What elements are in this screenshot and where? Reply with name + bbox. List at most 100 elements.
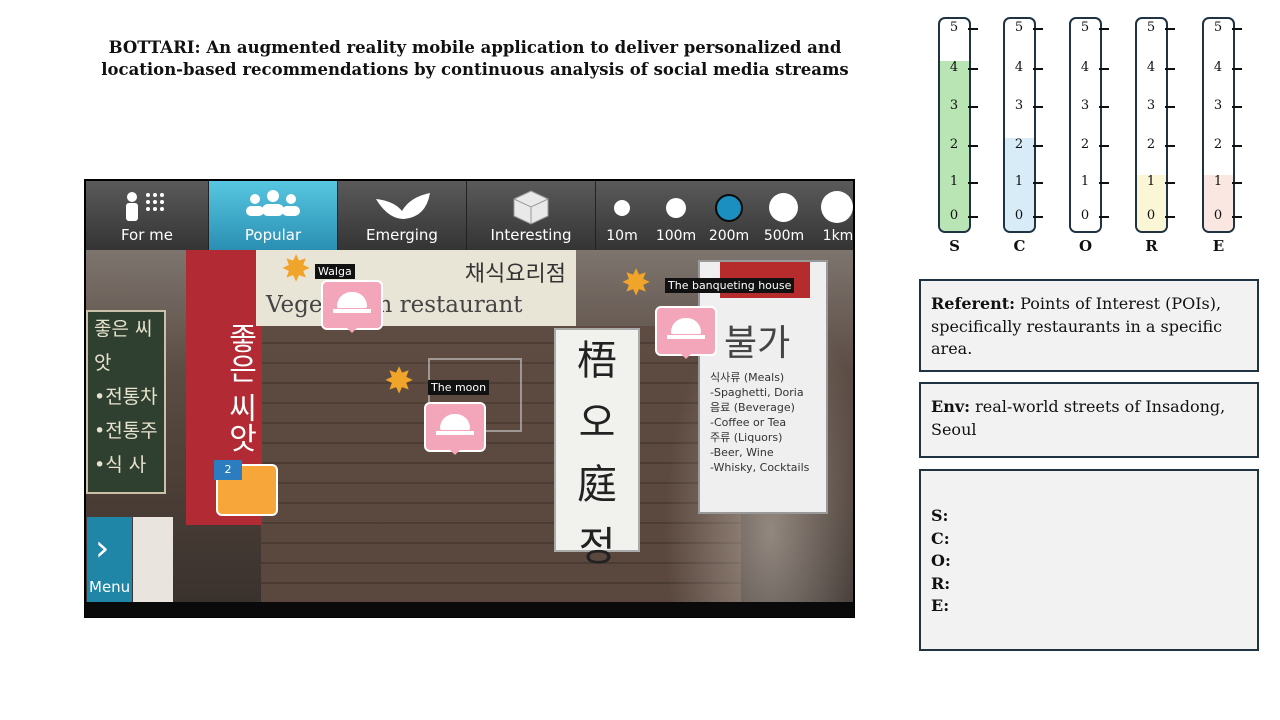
photo-thumbnail[interactable] <box>133 517 173 602</box>
scale-tick <box>1099 182 1109 184</box>
scale-tick-label: 3 <box>1213 98 1223 113</box>
tab-for-me[interactable]: For me <box>86 181 209 250</box>
menu-sign-line: 음료 (Beverage) <box>710 401 795 414</box>
scale-tick <box>1033 182 1043 184</box>
referent-box: Referent: Points of Interest (POIs), spe… <box>919 279 1259 372</box>
white-sign: 梧 오 庭 정 <box>554 328 640 570</box>
poi-label: The moon <box>428 380 490 395</box>
camera-view: 좋은 씨앗 •전통차 •전통주 •식 사 좋은 씨앗 채식요리점 Vegetar… <box>86 250 853 602</box>
scale-tick <box>1099 106 1109 108</box>
scale-tick <box>968 28 978 30</box>
menu-label: Menu <box>89 578 131 596</box>
scale-tick-label: 1 <box>1014 174 1024 189</box>
scale-tick <box>1099 68 1109 70</box>
slide-title: BOTTARI: An augmented reality mobile app… <box>100 37 850 81</box>
scale-tick <box>1232 182 1242 184</box>
scale-letter: S <box>949 237 960 255</box>
scale-tick-label: 3 <box>1080 98 1090 113</box>
distance-10m-dot[interactable] <box>614 200 630 216</box>
people-icon <box>246 190 300 216</box>
scale-tick-label: 5 <box>1213 20 1223 35</box>
scale-tick-label: 2 <box>1080 137 1090 152</box>
scale-tick-label: 1 <box>1080 174 1090 189</box>
distance-label: 200m <box>708 228 750 244</box>
menu-sign: 불가 식사류 (Meals) -Spaghetti, Doria 음료 (Bev… <box>698 260 828 514</box>
menu-sign-line: 주류 (Liquors) <box>710 431 783 444</box>
scale-tick-label: 2 <box>1213 137 1223 152</box>
restaurant-bubble-icon <box>321 280 383 333</box>
scale-tick <box>1165 145 1175 147</box>
scale-tick <box>1033 106 1043 108</box>
scale-tick-label: 0 <box>1213 208 1223 223</box>
scale-tick <box>1033 28 1043 30</box>
referent-label: Referent: <box>931 294 1016 313</box>
distance-label: 1km <box>822 228 854 244</box>
burst-icon: ✸ <box>281 250 312 290</box>
scale-tick <box>968 106 978 108</box>
green-sign: 좋은 씨앗 •전통차 •전통주 •식 사 <box>86 310 166 494</box>
scale-tick-label: 4 <box>1080 60 1090 75</box>
tab-label: Interesting <box>490 226 572 244</box>
scale-letter: R <box>1145 237 1158 255</box>
app-toolbar: For me Popular Emerging Interesting 10m … <box>86 181 853 250</box>
restaurant-bubble-icon <box>424 402 486 455</box>
scale-tick <box>1165 182 1175 184</box>
scale-tick-label: 0 <box>1014 208 1024 223</box>
title-line-2: location-based recommendations by contin… <box>101 60 849 79</box>
menu-sign-line: 식사류 (Meals) <box>710 371 785 384</box>
scale-s <box>938 17 971 233</box>
title-line-1: BOTTARI: An augmented reality mobile app… <box>108 38 842 57</box>
chevron-right-icon: › <box>95 528 110 569</box>
cube-icon <box>513 190 549 225</box>
scale-letter: O <box>1078 237 1093 255</box>
scale-tick-label: 2 <box>1014 137 1024 152</box>
menu-button[interactable]: › Menu <box>87 517 132 602</box>
distance-label: 500m <box>763 228 805 244</box>
tab-label: Popular <box>244 226 302 244</box>
scale-tick <box>1232 216 1242 218</box>
distance-500m-dot[interactable] <box>769 193 798 222</box>
review-count-badge: 2 <box>214 460 242 480</box>
scale-tick <box>1033 68 1043 70</box>
leaf-icon <box>376 193 430 219</box>
banner-english: Vegetarian restaurant <box>266 292 523 318</box>
scale-tick <box>1099 216 1109 218</box>
scale-c <box>1003 17 1036 233</box>
poi-label: Walga <box>315 264 355 279</box>
tab-interesting[interactable]: Interesting <box>467 181 596 250</box>
scale-tick <box>1033 216 1043 218</box>
person-grid-icon <box>126 192 164 221</box>
green-sign-line: •식 사 <box>94 454 147 476</box>
green-sign-line: 좋은 씨앗 <box>94 318 153 374</box>
distance-100m-dot[interactable] <box>666 198 686 218</box>
scale-o <box>1069 17 1102 233</box>
score-line-o: O: <box>931 551 951 570</box>
scale-tick-label: 0 <box>949 208 959 223</box>
scale-tick <box>1165 68 1175 70</box>
distance-1km-dot[interactable] <box>821 191 853 223</box>
scale-tick-label: 3 <box>1146 98 1156 113</box>
scale-tick <box>968 182 978 184</box>
scale-tick-label: 4 <box>1014 60 1024 75</box>
scale-tick-label: 4 <box>1146 60 1156 75</box>
distance-200m-dot[interactable] <box>715 194 743 222</box>
poi-label: The banqueting house <box>665 278 795 293</box>
tab-emerging[interactable]: Emerging <box>338 181 467 250</box>
scale-tick <box>1099 145 1109 147</box>
env-label: Env: <box>931 397 971 416</box>
burst-icon: ✸ <box>384 361 415 402</box>
scale-tick <box>1232 106 1242 108</box>
menu-sign-line: -Whisky, Cocktails <box>710 461 810 474</box>
review-bubble[interactable]: 2 <box>214 460 278 516</box>
app-screenshot: 좋은 씨앗 •전통차 •전통주 •식 사 좋은 씨앗 채식요리점 Vegetar… <box>84 179 855 618</box>
burst-icon: ✸ <box>621 263 652 304</box>
scale-tick <box>1232 68 1242 70</box>
tab-popular[interactable]: Popular <box>209 181 338 250</box>
menu-sign-line: -Coffee or Tea <box>710 416 787 429</box>
scale-tick-label: 1 <box>949 174 959 189</box>
menu-sign-list: 식사류 (Meals) -Spaghetti, Doria 음료 (Bevera… <box>700 366 826 475</box>
score-line-s: S: <box>931 506 949 525</box>
score-line-r: R: <box>931 573 951 593</box>
scale-tick <box>968 145 978 147</box>
env-text: real-world streets of Insadong, Seoul <box>931 397 1226 439</box>
